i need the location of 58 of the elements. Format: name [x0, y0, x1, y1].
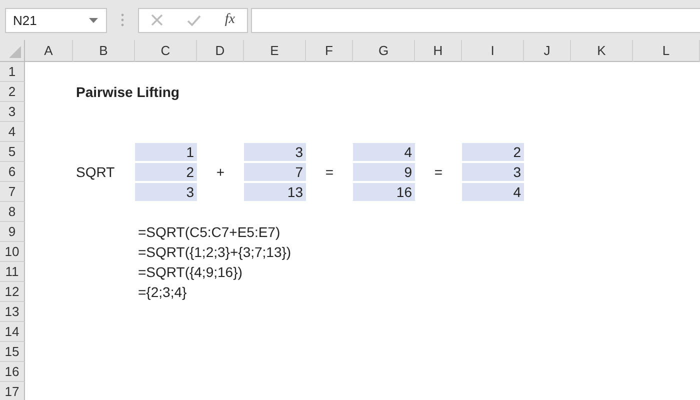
cancel-icon[interactable] [150, 14, 163, 26]
row-header[interactable]: 15 [0, 342, 25, 362]
column-header[interactable]: C [135, 40, 197, 62]
column-header[interactable]: K [571, 40, 633, 62]
formula-input[interactable] [251, 8, 700, 32]
row-header[interactable]: 17 [0, 382, 25, 400]
caret-icon[interactable] [89, 18, 98, 22]
table-cell: 3 [186, 184, 194, 200]
column-header[interactable]: L [633, 40, 700, 62]
column-header[interactable]: G [353, 40, 415, 62]
column-header[interactable]: F [306, 40, 353, 62]
table-cell: 2 [513, 144, 521, 160]
row-header[interactable]: 12 [0, 282, 25, 302]
table-cell: 1 [186, 144, 194, 160]
table-cell: 4 [513, 184, 521, 200]
row-header[interactable]: 14 [0, 322, 25, 342]
row-header[interactable]: 10 [0, 242, 25, 262]
row-header[interactable]: 16 [0, 362, 25, 382]
table-cell: = [434, 164, 443, 180]
row-header[interactable]: 6 [0, 162, 25, 182]
table-cell: + [216, 164, 225, 180]
name-box[interactable]: N21 [5, 8, 107, 32]
table-cell: 3 [513, 164, 521, 180]
select-all-icon[interactable] [9, 46, 21, 58]
table-cell: Pairwise Lifting [76, 84, 180, 100]
table-cell: 9 [404, 164, 412, 180]
row-header[interactable]: 7 [0, 182, 25, 202]
row-header[interactable]: 8 [0, 202, 25, 222]
column-header[interactable]: D [197, 40, 244, 62]
row-header[interactable]: 1 [0, 62, 25, 82]
column-header[interactable]: B [73, 40, 135, 62]
table-cell: 7 [295, 164, 303, 180]
checkmark-icon[interactable] [186, 14, 201, 26]
table-cell: =SQRT({4;9;16}) [138, 264, 242, 280]
row-header[interactable]: 9 [0, 222, 25, 242]
table-cell: = [325, 164, 334, 180]
table-cell: 3 [295, 144, 303, 160]
table-cell: =SQRT({1;2;3}+{3;7;13}) [138, 244, 292, 260]
table-cell: 2 [186, 164, 194, 180]
table-cell: SQRT [76, 164, 115, 180]
table-cell: 16 [396, 184, 412, 200]
table-cell: =SQRT(C5:C7+E5:E7) [138, 224, 280, 240]
column-header[interactable]: H [415, 40, 462, 62]
column-header[interactable]: E [244, 40, 306, 62]
row-header[interactable]: 11 [0, 262, 25, 282]
table-cell: ={2;3;4} [138, 284, 187, 300]
row-header[interactable]: 13 [0, 302, 25, 322]
table-cell: 4 [404, 144, 412, 160]
column-header[interactable]: I [462, 40, 524, 62]
row-header[interactable]: 4 [0, 122, 25, 142]
row-header[interactable]: 5 [0, 142, 25, 162]
insert-function-button[interactable]: fx [224, 12, 235, 28]
column-header[interactable]: J [524, 40, 571, 62]
table-cell: 13 [287, 184, 303, 200]
column-header[interactable]: A [25, 40, 73, 62]
row-header[interactable]: 2 [0, 82, 25, 102]
grip-icon [121, 13, 124, 27]
row-header[interactable]: 3 [0, 102, 25, 122]
